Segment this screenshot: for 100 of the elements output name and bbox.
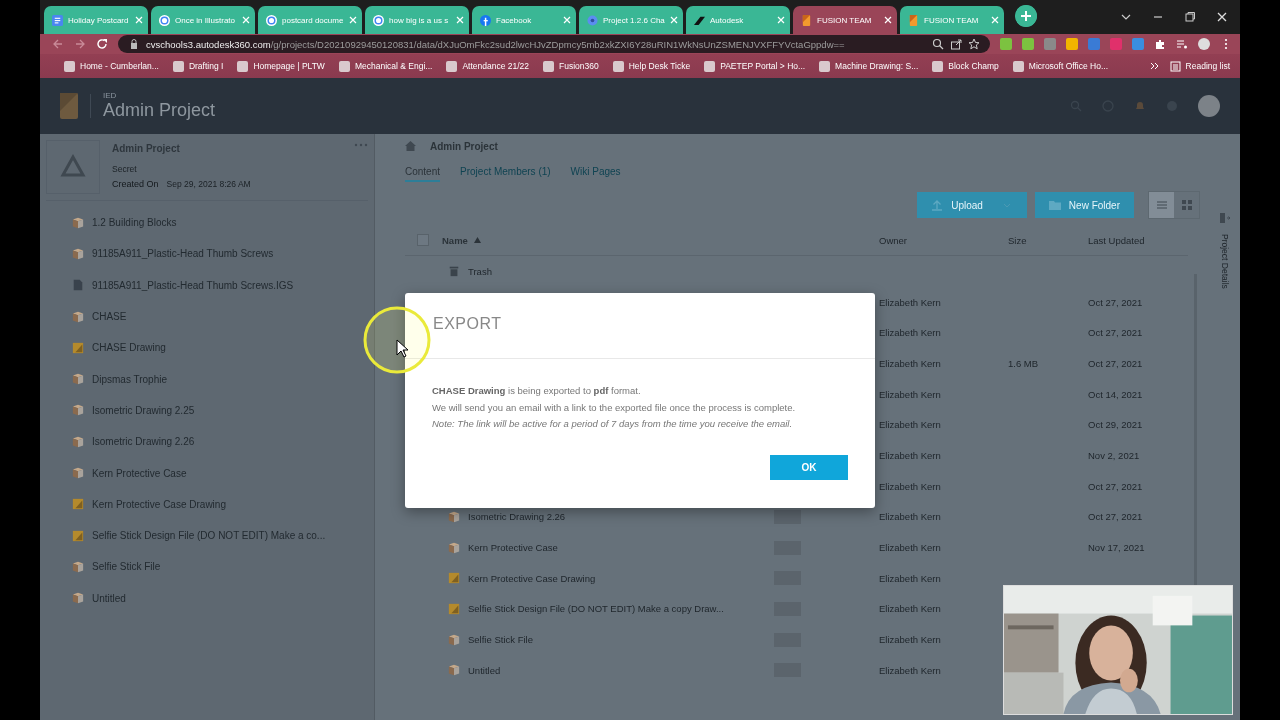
puzzle-icon[interactable] [1154, 38, 1166, 50]
drawing-sheet-icon [448, 602, 460, 615]
sidebar-item[interactable]: Isometric Drawing 2.25 [46, 394, 368, 427]
column-header[interactable]: Last Updated [1088, 234, 1145, 246]
user-avatar[interactable] [1198, 95, 1220, 117]
sidebar-item[interactable]: Kern Protective Case [46, 457, 368, 489]
ok-button[interactable]: OK [770, 454, 848, 480]
browser-tab[interactable]: Once in Illustrato [151, 6, 255, 34]
extension-icon[interactable] [1000, 38, 1012, 50]
content-tab[interactable]: Content [405, 160, 441, 182]
column-header[interactable]: Name [442, 234, 481, 246]
cube-icon [72, 216, 84, 229]
list-icon [1155, 199, 1168, 211]
fusion-logo-icon [908, 14, 919, 26]
bookmark[interactable]: Mechanical & Engi... [338, 60, 433, 72]
more-icon[interactable] [354, 143, 368, 147]
close-icon[interactable] [1216, 11, 1228, 23]
select-all-checkbox[interactable] [417, 234, 429, 246]
sidebar-item[interactable]: 91185A911_Plastic-Head Thumb Screws.IGS [46, 269, 368, 301]
extension-icon[interactable] [1066, 38, 1078, 50]
extension-icon[interactable] [1110, 38, 1122, 50]
sidebar-item[interactable]: CHASE [46, 300, 368, 333]
browser-tab[interactable]: Project 1.2.6 Cha [579, 6, 683, 34]
media-icon[interactable] [1176, 38, 1188, 50]
star-icon[interactable] [968, 38, 980, 50]
lock-icon [128, 38, 140, 50]
bookmark-icon [932, 60, 944, 72]
sidebar-item[interactable]: Kern Protective Case Drawing [46, 488, 368, 520]
bookmark[interactable]: Microsoft Office Ho... [1012, 60, 1109, 72]
browser-tab[interactable]: Holiday Postcard [44, 6, 148, 34]
panel-toggle-icon[interactable] [1219, 212, 1231, 224]
owner-name: Elizabeth Kern [879, 480, 941, 492]
extension-icon[interactable] [1022, 38, 1034, 50]
updated-date: Nov 17, 2021 [1088, 542, 1145, 554]
new-tab-button[interactable] [1015, 4, 1037, 27]
column-header[interactable]: Size [1008, 234, 1027, 246]
file-name[interactable]: Untitled [468, 664, 767, 676]
project-visibility: Secret [112, 164, 138, 174]
dialog-title: EXPORT [433, 315, 502, 332]
reload-icon[interactable] [96, 38, 108, 50]
file-name[interactable]: Kern Protective Case [468, 542, 767, 554]
upload-button[interactable]: Upload [917, 192, 1027, 218]
fusion-logo-icon[interactable] [60, 93, 78, 119]
bookmark-icon [543, 60, 554, 72]
updated-date: Nov 2, 2021 [1088, 449, 1140, 461]
cube-icon [72, 592, 84, 605]
bookmark-icon [704, 60, 716, 72]
bookmark[interactable]: Machine Drawing: S... [819, 60, 919, 72]
project-details-tab[interactable]: Project Details [1220, 234, 1230, 289]
sidebar-item[interactable]: Untitled [46, 582, 368, 614]
column-header[interactable]: Owner [879, 234, 907, 246]
address-bar[interactable]: cvschools3.autodesk360.com/g/projects/D20210929450120831/data/dXJuOmFkc2sud2lwcHJvZDpmcy5mb2xkZXI6Y28uRIN1WkNsUnZSMENJVXFFYVctaGppdw== [118, 35, 990, 53]
forward-icon[interactable] [74, 38, 86, 50]
bell-icon[interactable] [1134, 100, 1146, 112]
bookmark[interactable]: Fusion360 [543, 60, 599, 72]
browser-tab[interactable]: FUSION TEAM [793, 6, 897, 34]
folder-icon [1048, 199, 1061, 211]
content-tab[interactable]: Project Members (1) [460, 160, 551, 182]
extension-icon[interactable] [1132, 38, 1144, 50]
new-folder-button[interactable]: New Folder [1034, 192, 1134, 218]
bookmark[interactable]: Home - Cumberlan... [64, 60, 159, 72]
sidebar-item[interactable]: Dipsmas Trophie [46, 363, 368, 395]
sort-ascending-icon[interactable] [473, 237, 481, 243]
profile-avatar[interactable] [1198, 38, 1210, 50]
bookmark[interactable]: PAETEP Portal > Ho... [704, 60, 806, 72]
bookmark[interactable]: Attendance 21/22 [446, 60, 529, 72]
list-view-toggle[interactable] [1149, 192, 1174, 218]
reading-list-button[interactable]: Reading list [1169, 60, 1230, 72]
bookmark-icon [819, 60, 831, 72]
bookmark[interactable]: Block Champ [932, 60, 999, 72]
sidebar-item[interactable]: Selfie Stick File [46, 551, 368, 583]
extension-icon[interactable] [1088, 38, 1100, 50]
restore-icon[interactable] [1184, 11, 1196, 23]
file-name[interactable]: Kern Protective Case Drawing [468, 572, 767, 584]
browser-tab[interactable]: Autodesk [686, 6, 790, 34]
more-bookmarks-icon[interactable] [1149, 61, 1160, 71]
share-icon[interactable] [950, 38, 962, 50]
browser-tab[interactable]: how big is a us s [365, 6, 469, 34]
bookmark-icon [64, 60, 75, 72]
browser-tab[interactable]: FUSION TEAM [900, 6, 1004, 34]
bookmark-icon [612, 60, 624, 72]
updated-date: Oct 29, 2021 [1088, 419, 1143, 431]
file-name[interactable]: Trash [468, 265, 768, 277]
content-tab[interactable]: Wiki Pages [570, 160, 621, 182]
bookmark[interactable]: Help Desk Ticke [612, 60, 691, 72]
bookmark[interactable]: Drafting I [172, 60, 224, 72]
browser-tab[interactable]: Facebook [472, 6, 576, 34]
file-name[interactable]: Selfie Stick File [468, 634, 767, 646]
back-icon[interactable] [52, 38, 64, 50]
file-name[interactable]: Isometric Drawing 2.26 [468, 511, 767, 523]
extension-icon[interactable] [1044, 38, 1056, 50]
file-name[interactable]: Selfie Stick Design File (DO NOT EDIT) Make a copy Draw... [468, 603, 767, 615]
browser-tab[interactable]: postcard docume [258, 6, 362, 34]
bookmark[interactable]: Homepage | PLTW [237, 60, 325, 72]
sidebar-item[interactable]: 91185A911_Plastic-Head Thumb Screws [46, 238, 368, 270]
sidebar-item[interactable]: 1.2 Building Blocks [46, 207, 368, 239]
sidebar-item[interactable]: CHASE Drawing [46, 332, 368, 364]
home-icon[interactable] [405, 141, 416, 151]
sidebar-item[interactable]: Isometric Drawing 2.26 [46, 426, 368, 458]
zoom-icon[interactable] [932, 38, 944, 50]
